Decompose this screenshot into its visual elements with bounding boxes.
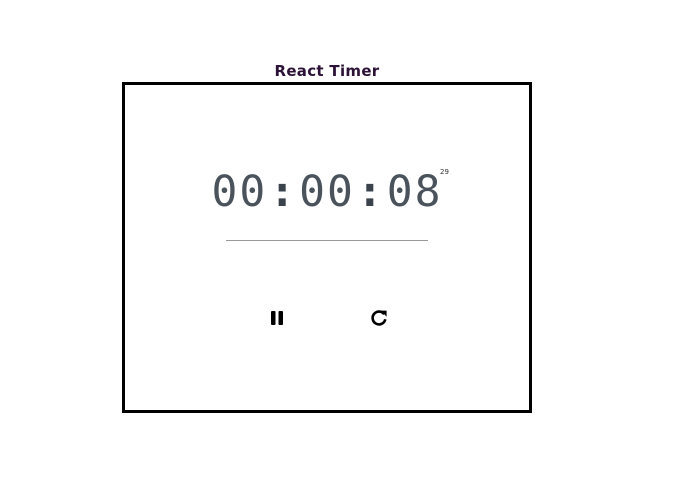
- hours-value: 00: [211, 167, 268, 217]
- timer-card: 00 : 00 : 08 29: [122, 82, 532, 413]
- seconds-value: 08: [386, 167, 443, 217]
- time-main: 00 : 00 : 08: [211, 167, 442, 217]
- time-display: 00 : 00 : 08: [125, 167, 529, 217]
- pause-icon: [271, 311, 283, 325]
- time-separator: :: [356, 167, 385, 217]
- minutes-value: 00: [299, 167, 355, 217]
- app-title: React Timer: [274, 62, 380, 80]
- reset-icon: [371, 310, 387, 326]
- pause-button[interactable]: [266, 307, 288, 329]
- divider: [226, 240, 428, 241]
- reset-button[interactable]: [368, 307, 390, 329]
- centiseconds-value: 29: [440, 168, 449, 176]
- time-separator: :: [269, 167, 298, 217]
